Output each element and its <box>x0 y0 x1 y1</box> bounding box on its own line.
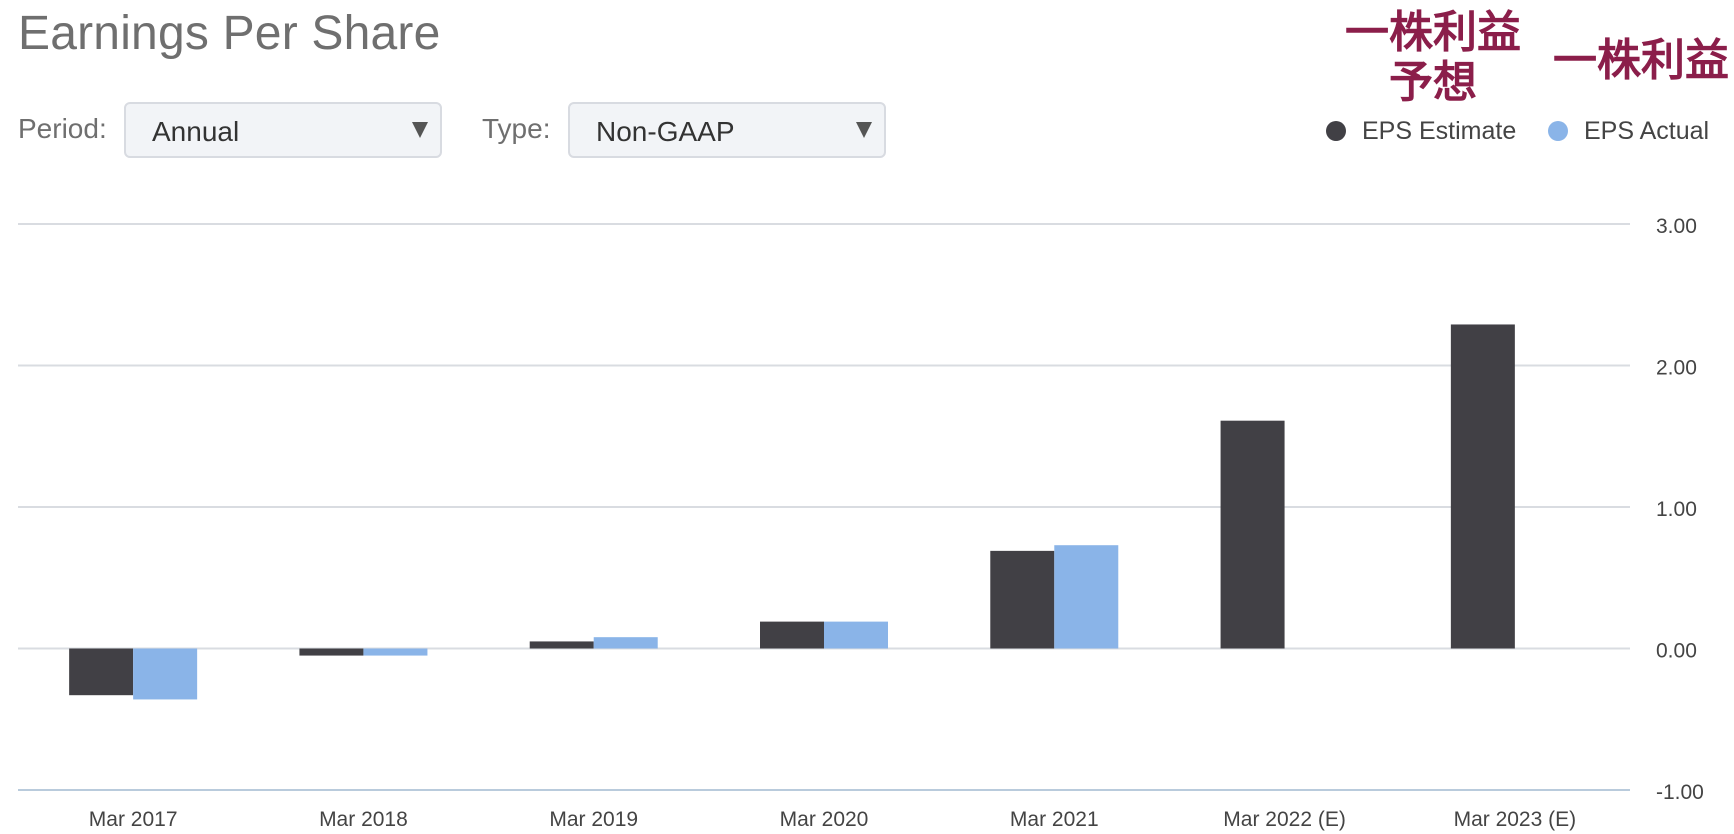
bar-estimate[interactable] <box>990 550 1055 649</box>
x-tick-label: Mar 2022 (E) <box>1223 808 1346 831</box>
bar-actual[interactable] <box>593 637 658 649</box>
bar-actual[interactable] <box>363 648 428 656</box>
bar-estimate[interactable] <box>299 648 364 656</box>
bar-estimate[interactable] <box>69 648 134 696</box>
bar-estimate[interactable] <box>760 621 824 649</box>
bar-estimate[interactable] <box>1450 324 1515 649</box>
eps-bar-chart: 3.00 2.00 1.00 0.00 -1.00 Mar 2017 Mar 2018 Mar… <box>18 215 1704 831</box>
y-tick-label: -1.00 <box>1656 781 1704 804</box>
bar-estimate[interactable] <box>1220 420 1285 649</box>
bar-estimate[interactable] <box>529 641 594 649</box>
bar-actual[interactable] <box>824 621 888 649</box>
x-tick-label: Mar 2017 <box>89 808 178 831</box>
x-tick-label: Mar 2020 <box>780 808 869 831</box>
x-tick-label: Mar 2023 (E) <box>1454 808 1577 831</box>
bar-actual[interactable] <box>133 648 198 700</box>
x-tick-label: Mar 2021 <box>1010 808 1099 831</box>
y-tick-label: 2.00 <box>1656 357 1697 380</box>
y-tick-label: 3.00 <box>1656 215 1697 238</box>
x-tick-label: Mar 2019 <box>549 808 638 831</box>
x-tick-label: Mar 2018 <box>319 808 408 831</box>
y-tick-label: 0.00 <box>1656 640 1697 663</box>
y-tick-label: 1.00 <box>1656 498 1697 521</box>
bar-actual[interactable] <box>1054 545 1119 649</box>
